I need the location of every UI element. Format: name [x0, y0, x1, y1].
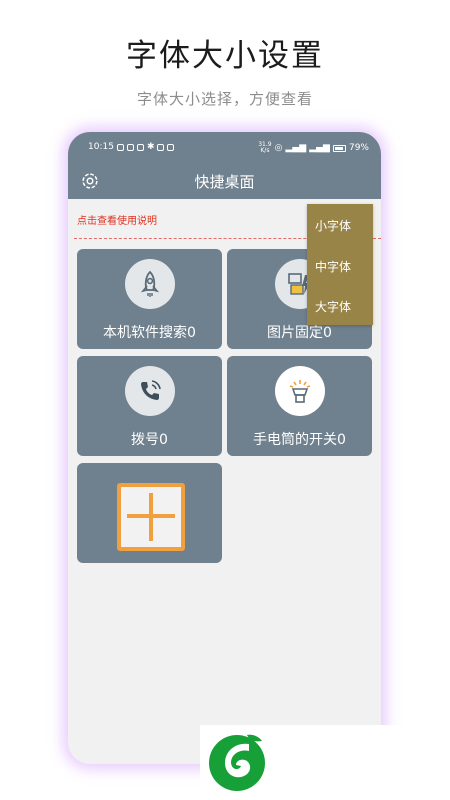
tile-label: 本机软件搜索0 — [103, 325, 196, 341]
status-bar: 10:15 ✱ 31.9 K/s ◎ ▂▄▆ ▂▄▆ 79% — [68, 132, 381, 162]
vibrate-icon — [157, 143, 165, 151]
status-time: 10:15 — [88, 142, 114, 152]
tile-label: 图片固定0 — [267, 325, 332, 341]
rocket-icon — [125, 259, 175, 309]
tile-add[interactable] — [77, 463, 222, 563]
logo-panel — [200, 725, 450, 800]
battery-icon — [332, 144, 346, 152]
promo-title: 字体大小设置 — [126, 38, 324, 74]
menu-item-large-font[interactable]: 大字体 — [315, 298, 351, 315]
app-icon — [136, 143, 144, 151]
tile-dial[interactable]: 拨号0 — [77, 356, 222, 456]
network-speed: 31.9 K/s — [258, 142, 271, 154]
sync-icon — [167, 143, 175, 151]
status-right: 31.9 K/s ◎ ▂▄▆ ▂▄▆ 79% — [258, 142, 369, 154]
tile-app-search[interactable]: 本机软件搜索0 — [77, 249, 222, 349]
phone-frame: 10:15 ✱ 31.9 K/s ◎ ▂▄▆ ▂▄▆ 79% 快捷桌面 点击查看… — [68, 132, 381, 764]
signal-icon: ▂▄▆ — [285, 143, 307, 153]
font-size-menu: 小字体 中字体 大字体 — [307, 204, 373, 325]
app-header: 快捷桌面 — [68, 162, 381, 199]
tile-label: 手电筒的开关0 — [253, 432, 346, 448]
signal-icon-2: ▂▄▆ — [309, 143, 330, 153]
menu-item-medium-font[interactable]: 中字体 — [315, 258, 351, 275]
leaf-logo-icon — [209, 734, 265, 791]
phone-icon — [125, 366, 175, 416]
status-left: 10:15 ✱ — [88, 142, 175, 152]
eye-icon — [116, 143, 124, 151]
usage-instructions-link[interactable]: 点击查看使用说明 — [77, 212, 157, 227]
flashlight-icon — [275, 366, 325, 416]
notification-icon — [126, 143, 134, 151]
app-title: 快捷桌面 — [194, 173, 255, 191]
tile-label: 拨号0 — [131, 432, 168, 448]
network-speed-unit: K/s — [260, 147, 270, 154]
add-icon — [117, 483, 185, 551]
promo-subtitle: 字体大小选择，方便查看 — [136, 90, 313, 108]
battery-level: 79% — [348, 143, 369, 153]
hotspot-icon: ◎ — [274, 143, 283, 153]
menu-item-small-font[interactable]: 小字体 — [315, 217, 351, 234]
tile-flashlight[interactable]: 手电筒的开关0 — [227, 356, 372, 456]
bluetooth-icon: ✱ — [146, 142, 155, 152]
